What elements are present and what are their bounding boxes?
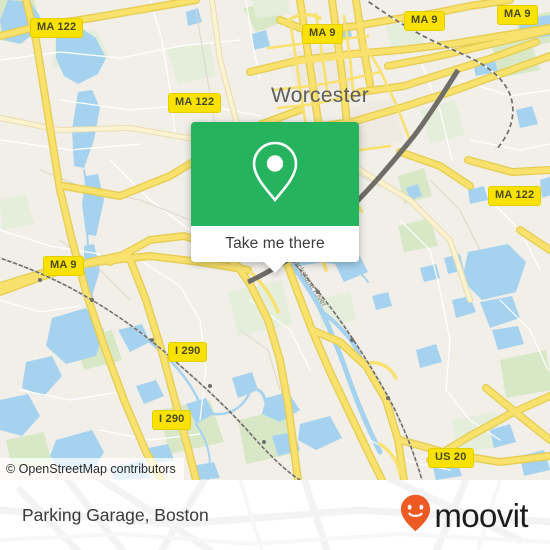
location-callout-card[interactable]: Take me there xyxy=(191,122,359,273)
road-shield-ma-9-worcester: MA 9 xyxy=(302,24,343,44)
footer-bar: Parking Garage, Boston moovit xyxy=(0,480,550,550)
attribution-text: © OpenStreetMap contributors xyxy=(6,462,176,476)
road-shield-i-290-upper: I 290 xyxy=(168,342,208,362)
road-shield-ma-9-west: MA 9 xyxy=(43,256,84,276)
callout-icon-area xyxy=(191,122,359,226)
road-shield-ma-122-mid: MA 122 xyxy=(168,93,222,113)
moovit-brand[interactable]: moovit xyxy=(400,494,529,537)
map-pin-icon xyxy=(248,139,302,210)
road-shield-ma-122-east: MA 122 xyxy=(488,186,542,206)
callout-pointer-tail xyxy=(264,262,286,273)
moovit-wordmark: moovit xyxy=(434,496,528,534)
road-shield-ma-122-nw: MA 122 xyxy=(30,18,84,38)
map-attribution[interactable]: © OpenStreetMap contributors xyxy=(0,458,184,480)
map-screenshot: .land { fill:#f2efe9; } .water { fill:#a… xyxy=(0,0,550,550)
road-shield-ma-9-east: MA 9 xyxy=(497,5,538,25)
road-shield-us-20: US 20 xyxy=(428,448,474,468)
map-place-label-worcester: Worcester xyxy=(271,84,369,107)
road-shield-i-290-lower: I 290 xyxy=(152,410,192,430)
callout-action-area[interactable]: Take me there xyxy=(191,226,359,273)
map-canvas[interactable]: .land { fill:#f2efe9; } .water { fill:#a… xyxy=(0,0,550,480)
poi-title: Parking Garage, Boston xyxy=(22,504,209,525)
take-me-there-button[interactable]: Take me there xyxy=(225,235,325,253)
moovit-pin-logo xyxy=(400,494,431,537)
road-shield-ma-9-center: MA 9 xyxy=(404,11,445,31)
